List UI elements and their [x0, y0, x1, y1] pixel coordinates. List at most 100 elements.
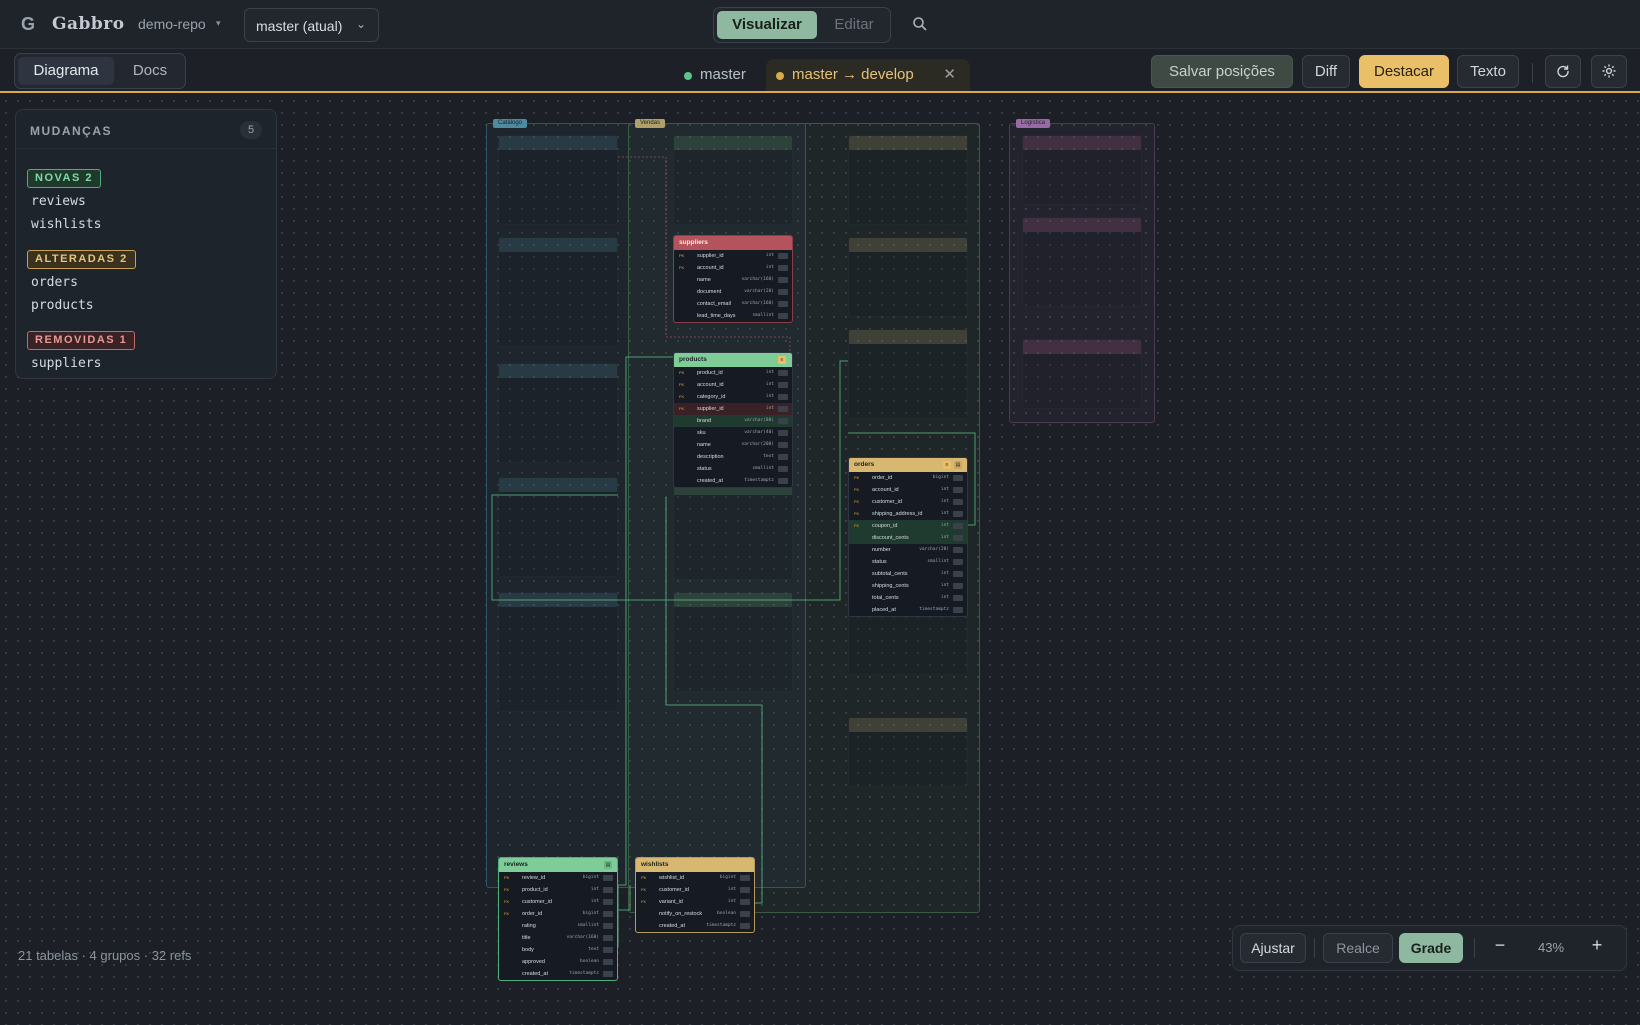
table-row[interactable]: created_at timestamptz	[674, 475, 792, 487]
table-row[interactable]: contact_email varchar(160)	[674, 298, 792, 310]
not-null-icon	[778, 382, 788, 388]
repo-selector[interactable]: demo-repo	[138, 16, 206, 32]
table-row[interactable]: status smallint	[674, 463, 792, 475]
table-row[interactable]: FK account_id int	[849, 484, 967, 496]
not-null-icon	[603, 923, 613, 929]
zoom-bar: Ajustar Realce Grade − 43% +	[1232, 925, 1627, 971]
table-row[interactable]: description text	[674, 451, 792, 463]
table-row[interactable]: FK category_id int	[674, 391, 792, 403]
change-item-removed[interactable]: suppliers	[31, 356, 101, 371]
table-row[interactable]: total_cents int	[849, 592, 967, 604]
tab-docs[interactable]: Docs	[117, 57, 183, 85]
change-item-modified[interactable]: orders	[31, 275, 78, 290]
view-tabs: Diagrama Docs	[14, 53, 186, 89]
table-row[interactable]: approved boolean	[499, 956, 617, 968]
not-null-icon	[953, 595, 963, 601]
table-row-added[interactable]: discount_cents int	[849, 532, 967, 544]
table-suppliers[interactable]: suppliers PK supplier_id int FK account_id i…	[673, 235, 793, 323]
table-row[interactable]: FK account_id int	[674, 262, 792, 274]
tab-diagram[interactable]: Diagrama	[18, 57, 114, 85]
table-row-added[interactable]: brand varchar(80)	[674, 415, 792, 427]
table-name: orders	[854, 461, 875, 468]
table-row[interactable]: name varchar(200)	[674, 439, 792, 451]
text-button[interactable]: Texto	[1457, 55, 1519, 88]
not-null-icon	[778, 418, 788, 424]
branch-tab-master[interactable]: master	[674, 59, 766, 91]
table-row[interactable]: created_at timestamptz	[499, 968, 617, 980]
not-null-icon	[740, 899, 750, 905]
search-icon[interactable]	[912, 16, 930, 34]
table-row[interactable]: name varchar(160)	[674, 274, 792, 286]
diagram-canvas[interactable]: Catálogo Vendas Logística suppliers PK s…	[0, 95, 1640, 1025]
not-null-icon	[740, 887, 750, 893]
table-row[interactable]: sku varchar(40)	[674, 427, 792, 439]
diff-button[interactable]: Diff	[1302, 55, 1350, 88]
reload-button[interactable]	[1545, 55, 1581, 88]
not-null-icon	[603, 959, 613, 965]
table-row-added[interactable]: FK coupon_id int	[849, 520, 967, 532]
not-null-icon	[778, 406, 788, 412]
not-null-icon	[953, 475, 963, 481]
not-null-icon	[953, 583, 963, 589]
table-products[interactable]: products ≡ PK product_id int FK account_id i…	[673, 352, 793, 488]
table-row[interactable]: FK customer_id int	[849, 496, 967, 508]
table-row[interactable]: subtotal_cents int	[849, 568, 967, 580]
table-header: reviews ▤	[499, 858, 617, 872]
not-null-icon	[603, 947, 613, 953]
table-orders[interactable]: orders ≡ ▤ PK order_id bigint FK account_id…	[848, 457, 968, 617]
table-row[interactable]: FK variant_id int	[636, 896, 754, 908]
table-row[interactable]: number varchar(20)	[849, 544, 967, 556]
table-row[interactable]: document varchar(20)	[674, 286, 792, 298]
table-row[interactable]: title varchar(160)	[499, 932, 617, 944]
table-row[interactable]: FK customer_id int	[636, 884, 754, 896]
highlight-button[interactable]: Destacar	[1359, 55, 1449, 88]
settings-button[interactable]	[1591, 55, 1627, 88]
not-null-icon	[603, 971, 613, 977]
table-row[interactable]: status smallint	[849, 556, 967, 568]
table-row[interactable]: FK order_id bigint	[499, 908, 617, 920]
change-item-new[interactable]: reviews	[31, 194, 86, 209]
table-header: wishlists	[636, 858, 754, 872]
table-row[interactable]: lead_time_days smallint	[674, 310, 792, 322]
table-row[interactable]: PK order_id bigint	[849, 472, 967, 484]
table-row[interactable]: body text	[499, 944, 617, 956]
table-row[interactable]: shipping_cents int	[849, 580, 967, 592]
divider	[1474, 938, 1475, 958]
realce-button[interactable]: Realce	[1323, 933, 1393, 963]
gabbro-logo-icon: G	[20, 14, 35, 34]
not-null-icon	[778, 253, 788, 259]
table-reviews[interactable]: reviews ▤ PK review_id bigint FK product_id…	[498, 857, 618, 981]
table-row[interactable]: PK product_id int	[674, 367, 792, 379]
fit-button[interactable]: Ajustar	[1240, 933, 1306, 963]
table-row[interactable]: FK shipping_address_id int	[849, 508, 967, 520]
modified-icon: ≡	[943, 461, 951, 469]
not-null-icon	[603, 911, 613, 917]
view-mode-button[interactable]: Visualizar	[717, 11, 817, 39]
branch-tab-compare[interactable]: master → develop ✕	[766, 59, 970, 91]
grid-toggle-button[interactable]: Grade	[1399, 933, 1463, 963]
table-row[interactable]: notify_on_restock boolean	[636, 908, 754, 920]
save-positions-button[interactable]: Salvar posições	[1151, 55, 1293, 88]
caret-down-icon[interactable]: ▾	[216, 18, 221, 29]
table-row[interactable]: FK account_id int	[674, 379, 792, 391]
not-null-icon	[778, 454, 788, 460]
table-wishlists[interactable]: wishlists PK wishlist_id bigint FK customer…	[635, 857, 755, 933]
table-row[interactable]: PK supplier_id int	[674, 250, 792, 262]
change-item-new[interactable]: wishlists	[31, 217, 101, 232]
table-row[interactable]: FK product_id int	[499, 884, 617, 896]
zoom-out-button[interactable]: −	[1488, 935, 1512, 956]
zoom-in-button[interactable]: +	[1585, 935, 1609, 956]
close-icon[interactable]: ✕	[943, 59, 956, 91]
table-row[interactable]: created_at timestamptz	[636, 920, 754, 932]
edit-mode-button[interactable]: Editar	[820, 11, 888, 39]
not-null-icon	[740, 911, 750, 917]
table-row[interactable]: PK wishlist_id bigint	[636, 872, 754, 884]
table-row-removed[interactable]: FK supplier_id int	[674, 403, 792, 415]
table-row[interactable]: placed_at timestamptz	[849, 604, 967, 616]
table-row[interactable]: PK review_id bigint	[499, 872, 617, 884]
change-item-modified[interactable]: products	[31, 298, 94, 313]
not-null-icon	[603, 935, 613, 941]
table-row[interactable]: FK customer_id int	[499, 896, 617, 908]
table-row[interactable]: rating smallint	[499, 920, 617, 932]
branch-select[interactable]: master (atual) ⌄	[244, 8, 379, 42]
